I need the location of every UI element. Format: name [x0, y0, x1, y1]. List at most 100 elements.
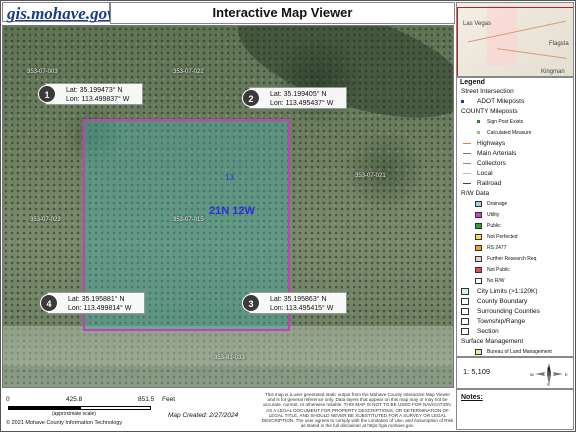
aerial-map[interactable]: 353-07-003 353-07-022 353-07-021 353-07-…: [2, 25, 454, 388]
legend-item: Highways: [457, 139, 573, 149]
title-box: Interactive Map Viewer: [110, 2, 455, 24]
parcel-id-label: 353-07-015: [173, 217, 204, 223]
legend-swatch: [475, 267, 482, 273]
scale-unit: Feet: [162, 396, 176, 403]
legend-label: Section: [477, 328, 499, 335]
callout-number: 2: [242, 89, 260, 107]
copyright-text: © 2021 Mohave County Information Technol…: [6, 420, 123, 426]
clearing-strip-lower: [3, 366, 453, 387]
parcel-id-label: 353-07-022: [173, 69, 204, 75]
legend-line-symbol: [463, 143, 471, 144]
legend-item: Railroad: [457, 179, 573, 189]
legend-item: Main Arterials: [457, 149, 573, 159]
coordinate-callout-3: 3 Lat: 35.195863° N Lon: 113.495415° W: [242, 292, 347, 314]
legend-label: R/W Data: [461, 190, 490, 197]
callout-number: 4: [40, 294, 58, 312]
coordinate-callout-1: 1 Lat: 35.199473° N Lon: 113.499837° W: [38, 83, 143, 105]
legend-label: Township/Range: [477, 318, 526, 325]
legend-dot-symbol: [461, 100, 464, 103]
disclaimer-text: This map is a user generated static outp…: [261, 392, 454, 429]
legend-item: City Limits (>1:120K): [457, 287, 573, 297]
legend-label: Further Research Req: [487, 256, 537, 262]
callout-lat: Lat: 35.195881° N: [68, 296, 125, 303]
svg-text:E: E: [565, 372, 568, 377]
legend-dot-symbol: [477, 120, 480, 123]
callout-lat: Lat: 35.195863° N: [270, 296, 327, 303]
legend-item: Further Research Req: [457, 254, 573, 265]
legend-item: COUNTY Mileposts: [457, 107, 573, 117]
legend-swatch: [475, 256, 482, 262]
notes-label: Notes:: [461, 394, 483, 401]
callout-lat: Lat: 35.199405° N: [270, 91, 327, 98]
legend-swatch: [475, 245, 482, 251]
legend-label: Street Intersection: [461, 88, 514, 95]
page-title: Interactive Map Viewer: [212, 5, 353, 20]
legend-line-symbol: [463, 183, 471, 184]
legend-label: RS 2477: [487, 245, 507, 251]
legend-item: Public: [457, 221, 573, 232]
legend-swatch: [461, 308, 469, 315]
legend-label: Not Perfected: [487, 234, 518, 240]
legend-item: Collectors: [457, 159, 573, 169]
callout-lon: Lon: 113.499837° W: [66, 96, 130, 103]
legend-label: Railroad: [477, 180, 502, 187]
parcel-id-label: 353-07-023: [30, 217, 61, 223]
legend-swatch: [475, 349, 482, 355]
logo-box: gis.mohave.gov: [2, 2, 115, 23]
legend-item: Local: [457, 169, 573, 179]
legend-label: Surface Management: [461, 338, 524, 345]
scale-tick-label: 425.8: [66, 396, 83, 403]
legend-item: County Boundary: [457, 297, 573, 307]
overview-map[interactable]: Las Vegas Flagsta Kingman: [456, 2, 574, 77]
scale-bar-segment: [9, 407, 81, 409]
legend-swatch: [461, 318, 469, 325]
legend-swatch: [461, 328, 469, 335]
legend-label: Public: [487, 223, 501, 229]
callout-number: 1: [38, 85, 56, 103]
legend-item: Street Intersection: [457, 87, 573, 97]
legend-item: Section: [457, 327, 573, 337]
legend-label: Sign Post Exists: [487, 119, 524, 125]
legend-item: ADOT Mileposts: [457, 97, 573, 107]
legend-swatch: [475, 278, 482, 284]
legend-item: Not Perfected: [457, 232, 573, 243]
logo-link[interactable]: gis.mohave.gov: [7, 4, 115, 24]
callout-lat: Lat: 35.199473° N: [66, 87, 123, 94]
scale-note: (approximate scale): [52, 411, 96, 417]
parcel-id-label: 353-07-003: [27, 69, 58, 75]
scale-tick-label: 851.5: [138, 396, 155, 403]
scale-panel: 1: 5,109 N W E S: [456, 357, 574, 389]
callout-lon: Lon: 113.499814° W: [68, 305, 132, 312]
notes-box: Notes:: [456, 389, 574, 430]
legend-title: Legend: [460, 79, 485, 86]
scale-bar: [8, 406, 151, 410]
scale-bar-area: 0 425.8 851.5 Feet (approximate scale) ©…: [2, 389, 259, 430]
callout-number: 3: [242, 294, 260, 312]
parcel-id-label: 353-81-033: [214, 355, 245, 361]
compass-rose-icon: N W E S: [530, 363, 568, 387]
scale-ratio: 1: 5,109: [463, 367, 491, 376]
legend-item: RS 2477: [457, 243, 573, 254]
legend-label: City Limits (>1:120K): [477, 288, 538, 295]
legend-item: Calculated Measure: [457, 128, 573, 139]
legend-item: Surrounding Counties: [457, 307, 573, 317]
legend-label: Local: [477, 170, 493, 177]
svg-text:N: N: [547, 366, 550, 371]
parcel-id-label: 353-07-021: [355, 173, 386, 179]
coordinate-callout-2: 2 Lat: 35.199405° N Lon: 113.495437° W: [242, 87, 347, 109]
legend-swatch: [475, 212, 482, 218]
legend-item: Utility: [457, 210, 573, 221]
legend-swatch: [461, 288, 469, 295]
coordinate-callout-4: 4 Lat: 35.195881° N Lon: 113.499814° W: [40, 292, 145, 314]
legend-swatch: [475, 201, 482, 207]
legend-dot-symbol: [477, 131, 480, 134]
legend-label: Not Public: [487, 267, 510, 273]
legend-label: Collectors: [477, 160, 506, 167]
overview-city-label: Flagsta: [549, 41, 569, 47]
section-number: 13: [225, 173, 234, 182]
legend-label: No R/W: [487, 278, 505, 284]
legend-item: Surface Management: [457, 337, 573, 347]
legend-label: County Boundary: [477, 298, 528, 305]
legend-label: Highways: [477, 140, 506, 147]
legend-line-symbol: [463, 163, 471, 164]
